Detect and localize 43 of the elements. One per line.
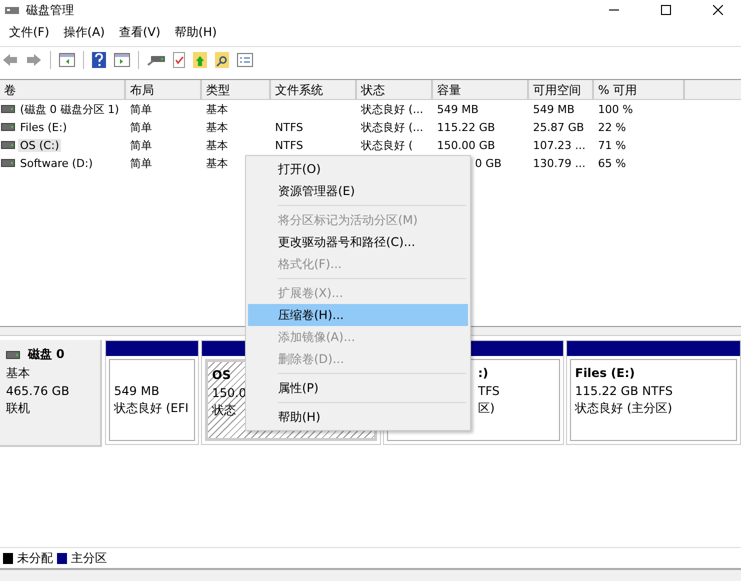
partition-info: 状态良好 (EFI	[114, 400, 189, 417]
partition-info: TFS	[478, 384, 500, 398]
table-cell: 150.00 GB	[437, 138, 496, 152]
table-cell: 状态良好 (	[361, 138, 413, 152]
disk-status: 联机	[6, 400, 31, 417]
table-cell: NTFS	[275, 138, 304, 152]
table-cell: 115.22 GB	[437, 120, 496, 134]
partition-info: 状态良好 (主分区)	[575, 400, 672, 417]
table-cell: 71 %	[598, 138, 626, 152]
table-cell: 基本	[206, 156, 228, 170]
table-cell: 100 %	[598, 102, 633, 116]
legend-label: 主分区	[71, 550, 107, 566]
table-cell: 549 MB	[533, 102, 575, 116]
table-cell: 549 MB	[437, 102, 479, 116]
table-cell: 简单	[130, 102, 152, 116]
partition-info: 549 MB	[114, 384, 160, 398]
partition-name: :)	[478, 366, 488, 382]
table-cell: 状态良好 (...	[361, 120, 424, 134]
table-cell: 107.23 ...	[533, 138, 586, 152]
table-cell: 65 %	[598, 156, 626, 170]
partition-info: 区)	[478, 400, 495, 417]
table-cell: 简单	[130, 120, 152, 134]
table-cell: 25.87 GB	[533, 120, 584, 134]
table-cell: 基本	[206, 102, 228, 116]
table-cell: 简单	[130, 138, 152, 152]
partition-name: OS	[212, 368, 231, 384]
partition-info: 115.22 GB NTFS	[575, 384, 673, 398]
disk-name: 磁盘 0	[28, 346, 65, 363]
partition-name: Files (E:)	[575, 366, 635, 382]
disk-type: 基本	[6, 365, 31, 382]
table-cell: 22 %	[598, 120, 626, 134]
table-cell: 0 GB	[475, 156, 502, 170]
legend-label: 未分配	[17, 550, 53, 566]
table-cell: 130.79 ...	[533, 156, 586, 170]
table-cell: NTFS	[275, 120, 304, 134]
table-cell: 基本	[206, 138, 228, 152]
disk-size: 465.76 GB	[6, 384, 70, 398]
partition-info: 状态	[212, 402, 236, 419]
table-cell: 基本	[206, 120, 228, 134]
partition-info: 150.0	[212, 386, 246, 400]
table-cell: 状态良好 (...	[361, 102, 424, 116]
window-title: 磁盘管理	[26, 2, 74, 18]
table-cell: 简单	[130, 156, 152, 170]
